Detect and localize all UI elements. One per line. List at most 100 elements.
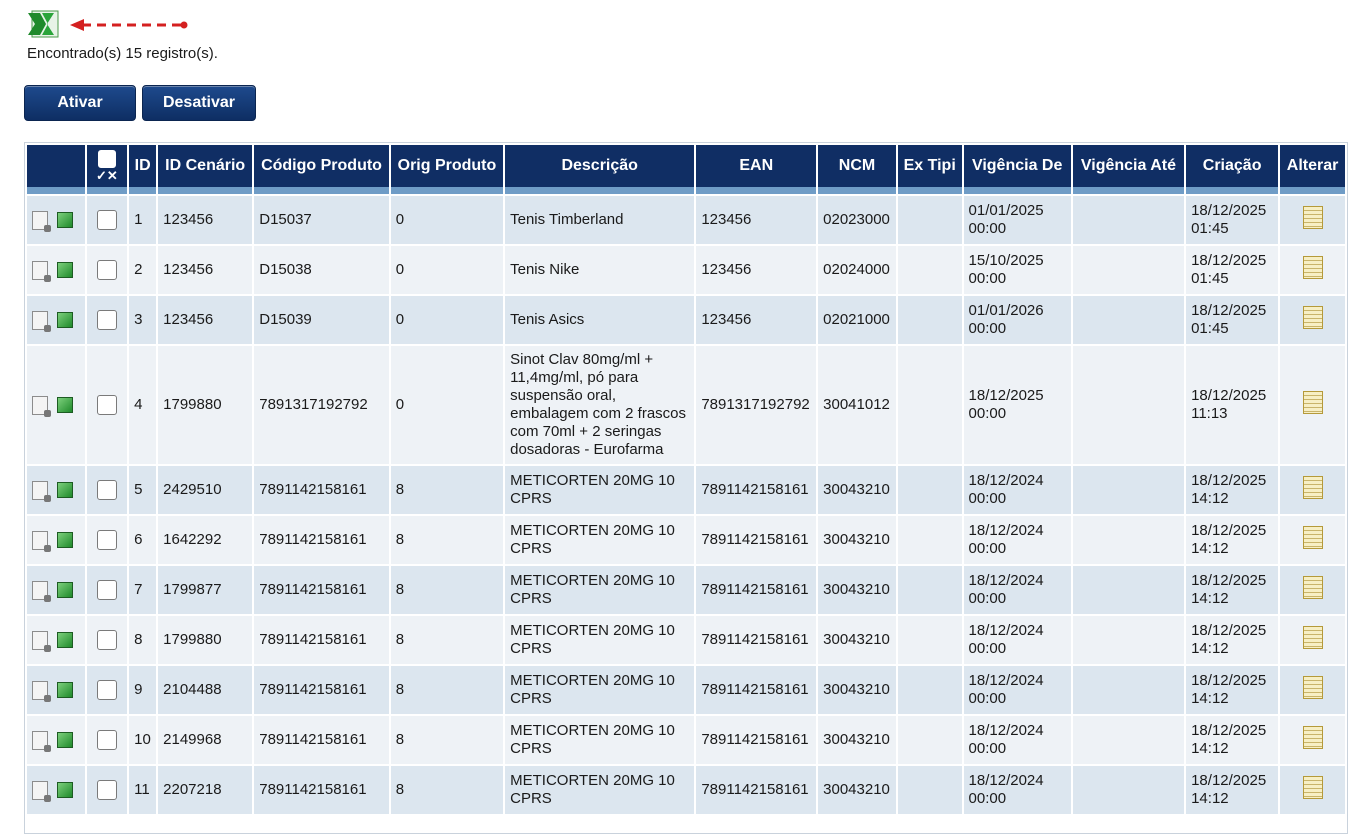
row-checkbox[interactable] <box>96 580 117 600</box>
cell-alterar[interactable] <box>1280 516 1345 564</box>
row-select[interactable] <box>86 766 128 814</box>
cell-ean: 7891142158161 <box>696 566 817 614</box>
cell-codigo-produto: 7891142158161 <box>254 766 389 814</box>
col-id[interactable]: ID <box>129 145 157 194</box>
col-ean[interactable]: EAN <box>696 145 817 194</box>
cell-codigo-produto: 7891142158161 <box>254 466 389 514</box>
cell-alterar[interactable] <box>1280 346 1345 464</box>
cell-alterar[interactable] <box>1280 766 1345 814</box>
cell-orig-produto: 8 <box>390 566 504 614</box>
ativar-button[interactable]: Ativar <box>24 85 136 121</box>
col-ncm[interactable]: NCM <box>818 145 896 194</box>
cell-ean: 7891142158161 <box>696 666 817 714</box>
edit-icon[interactable] <box>1302 306 1323 329</box>
edit-icon[interactable] <box>1302 206 1323 229</box>
col-descricao[interactable]: Descrição <box>505 145 695 194</box>
document-view-icon[interactable] <box>32 310 51 332</box>
cell-criacao: 18/12/2025 14:12 <box>1186 466 1279 514</box>
status-active-icon[interactable] <box>57 397 73 413</box>
row-select[interactable] <box>86 666 128 714</box>
row-select[interactable] <box>86 466 128 514</box>
cell-vigencia-de: 18/12/2025 00:00 <box>963 346 1071 464</box>
col-vigencia-ate[interactable]: Vigência Até <box>1072 145 1185 194</box>
edit-icon[interactable] <box>1302 476 1323 499</box>
col-actions-header <box>27 145 85 194</box>
status-active-icon[interactable] <box>57 532 73 548</box>
row-select[interactable] <box>86 196 128 244</box>
document-view-icon[interactable] <box>32 395 51 417</box>
document-view-icon[interactable] <box>32 580 51 602</box>
row-checkbox[interactable] <box>96 630 117 650</box>
edit-icon[interactable] <box>1302 726 1323 749</box>
status-active-icon[interactable] <box>57 582 73 598</box>
col-codigo-produto[interactable]: Código Produto <box>254 145 389 194</box>
cell-ean: 7891142158161 <box>696 466 817 514</box>
edit-icon[interactable] <box>1302 391 1323 414</box>
cell-codigo-produto: D15038 <box>254 246 389 294</box>
cell-vigencia-ate <box>1072 716 1185 764</box>
table-row: 9 2104488 7891142158161 8 METICORTEN 20MG 10… <box>27 666 1345 714</box>
document-view-icon[interactable] <box>32 680 51 702</box>
select-all-checkbox[interactable]: ✓✕ <box>86 145 128 194</box>
col-ex-tipi[interactable]: Ex Tipi <box>897 145 962 194</box>
cell-alterar[interactable] <box>1280 196 1345 244</box>
row-checkbox[interactable] <box>96 530 117 550</box>
row-checkbox[interactable] <box>96 730 117 750</box>
document-view-icon[interactable] <box>32 210 51 232</box>
edit-icon[interactable] <box>1302 576 1323 599</box>
document-view-icon[interactable] <box>32 530 51 552</box>
cell-alterar[interactable] <box>1280 666 1345 714</box>
row-actions <box>27 246 85 294</box>
cell-criacao: 18/12/2025 14:12 <box>1186 566 1279 614</box>
row-select[interactable] <box>86 516 128 564</box>
row-checkbox[interactable] <box>96 680 117 700</box>
document-view-icon[interactable] <box>32 260 51 282</box>
export-excel-icon[interactable] <box>26 9 60 39</box>
cell-ex-tipi <box>897 296 962 344</box>
row-checkbox[interactable] <box>96 780 117 800</box>
col-vigencia-de[interactable]: Vigência De <box>963 145 1071 194</box>
cell-alterar[interactable] <box>1280 716 1345 764</box>
edit-icon[interactable] <box>1302 256 1323 279</box>
row-checkbox[interactable] <box>96 260 117 280</box>
status-active-icon[interactable] <box>57 212 73 228</box>
row-select[interactable] <box>86 566 128 614</box>
document-view-icon[interactable] <box>32 730 51 752</box>
select-all-box[interactable] <box>97 149 116 168</box>
row-select[interactable] <box>86 346 128 464</box>
document-view-icon[interactable] <box>32 780 51 802</box>
cell-ncm: 02024000 <box>818 246 896 294</box>
status-active-icon[interactable] <box>57 682 73 698</box>
col-orig-produto[interactable]: Orig Produto <box>390 145 504 194</box>
row-select[interactable] <box>86 616 128 664</box>
status-active-icon[interactable] <box>57 782 73 798</box>
row-select[interactable] <box>86 296 128 344</box>
cell-alterar[interactable] <box>1280 466 1345 514</box>
cell-alterar[interactable] <box>1280 296 1345 344</box>
edit-icon[interactable] <box>1302 526 1323 549</box>
row-select[interactable] <box>86 716 128 764</box>
document-view-icon[interactable] <box>32 630 51 652</box>
status-active-icon[interactable] <box>57 312 73 328</box>
cell-codigo-produto: D15037 <box>254 196 389 244</box>
cell-alterar[interactable] <box>1280 246 1345 294</box>
edit-icon[interactable] <box>1302 676 1323 699</box>
document-view-icon[interactable] <box>32 480 51 502</box>
col-id-cenario[interactable]: ID Cenário <box>158 145 253 194</box>
col-criacao[interactable]: Criação <box>1186 145 1279 194</box>
edit-icon[interactable] <box>1302 776 1323 799</box>
edit-icon[interactable] <box>1302 626 1323 649</box>
row-select[interactable] <box>86 246 128 294</box>
cell-alterar[interactable] <box>1280 616 1345 664</box>
desativar-button[interactable]: Desativar <box>142 85 256 121</box>
status-active-icon[interactable] <box>57 262 73 278</box>
cell-orig-produto: 8 <box>390 766 504 814</box>
row-checkbox[interactable] <box>96 480 117 500</box>
row-checkbox[interactable] <box>96 310 117 330</box>
row-checkbox[interactable] <box>96 210 117 230</box>
status-active-icon[interactable] <box>57 482 73 498</box>
status-active-icon[interactable] <box>57 732 73 748</box>
cell-alterar[interactable] <box>1280 566 1345 614</box>
status-active-icon[interactable] <box>57 632 73 648</box>
row-checkbox[interactable] <box>96 395 117 415</box>
